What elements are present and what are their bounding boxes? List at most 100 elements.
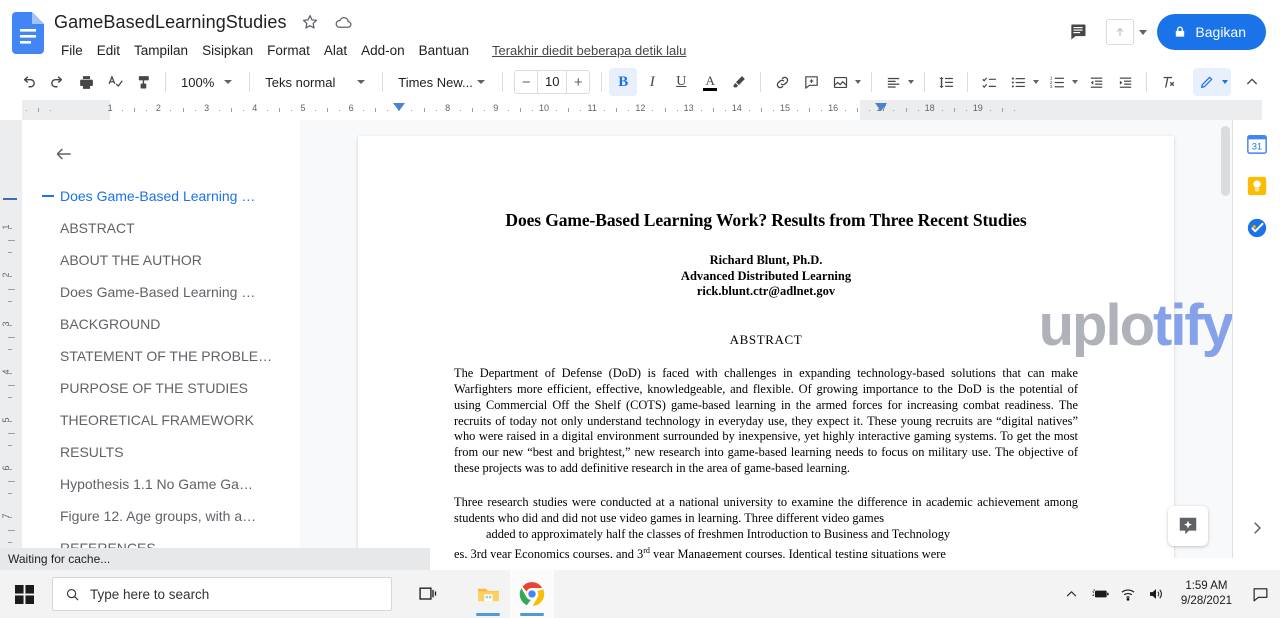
numbered-list-icon[interactable]: 123: [1043, 68, 1071, 96]
ruler-tick: [869, 110, 870, 111]
horizontal-ruler[interactable]: 112345678910111213141516171819: [0, 100, 1280, 120]
bulleted-list-icon[interactable]: [1004, 68, 1032, 96]
outline-item[interactable]: THEORETICAL FRAMEWORK: [22, 404, 300, 436]
insert-link-icon[interactable]: [768, 68, 796, 96]
google-tasks-icon[interactable]: [1245, 216, 1269, 240]
outline-item[interactable]: PURPOSE OF THE STUDIES: [22, 372, 300, 404]
chevron-down-icon[interactable]: [1139, 30, 1147, 35]
taskbar-clock[interactable]: 1:59 AM 9/28/2021: [1171, 579, 1242, 609]
google-keep-icon[interactable]: [1245, 174, 1269, 198]
bold-icon[interactable]: B: [609, 68, 637, 96]
toolbar-divider: [165, 72, 166, 92]
outline-item[interactable]: Does Game-Based Learning …: [22, 180, 300, 212]
volume-icon[interactable]: [1143, 570, 1169, 618]
numbered-list-button[interactable]: 123: [1043, 68, 1081, 96]
menu-format[interactable]: Format: [260, 41, 317, 60]
outline-item[interactable]: Figure 12. Age groups, with a…: [22, 500, 300, 532]
ruler-margin[interactable]: [860, 100, 1262, 120]
ruler-tick: [219, 110, 220, 111]
outline-item[interactable]: ABSTRACT: [22, 212, 300, 244]
cloud-saved-icon[interactable]: [333, 11, 355, 33]
wifi-icon[interactable]: [1115, 570, 1141, 618]
document-canvas[interactable]: Does Game-Based Learning Work? Results f…: [300, 120, 1232, 558]
google-calendar-icon[interactable]: 31: [1245, 132, 1269, 156]
undo-icon[interactable]: [14, 68, 42, 96]
star-outline-icon[interactable]: [299, 11, 321, 33]
taskbar-search-input[interactable]: Type here to search: [52, 577, 392, 611]
menu-tampilan[interactable]: Tampilan: [127, 41, 195, 60]
align-left-icon[interactable]: [879, 68, 907, 96]
upload-split-button[interactable]: [1106, 19, 1147, 45]
outline-item[interactable]: RESULTS: [22, 436, 300, 468]
increase-indent-icon[interactable]: [1111, 68, 1139, 96]
comment-history-icon[interactable]: [1060, 14, 1096, 50]
ordinal-superscript: rd: [643, 546, 650, 555]
insert-image-icon[interactable]: [826, 68, 854, 96]
google-chrome-icon[interactable]: [510, 570, 554, 618]
edit-mode-button[interactable]: [1193, 68, 1231, 96]
redo-icon[interactable]: [43, 68, 71, 96]
explore-button[interactable]: [1168, 506, 1208, 546]
decrease-indent-icon[interactable]: [1082, 68, 1110, 96]
indent-marker[interactable]: [875, 103, 887, 111]
vertical-scrollbar[interactable]: [1221, 126, 1230, 196]
menu-file[interactable]: File: [54, 41, 90, 60]
task-view-icon[interactable]: [406, 570, 450, 618]
vertical-ruler[interactable]: 12345678: [0, 120, 22, 558]
line-spacing-icon[interactable]: [932, 68, 960, 96]
menu-edit[interactable]: Edit: [90, 41, 127, 60]
share-button[interactable]: Bagikan: [1157, 14, 1266, 50]
menu-alat[interactable]: Alat: [317, 41, 354, 60]
collapse-toolbar-icon[interactable]: [1238, 68, 1266, 96]
clear-formatting-icon[interactable]: [1154, 68, 1182, 96]
windows-start-icon[interactable]: [0, 570, 48, 618]
font-size-input[interactable]: 10: [537, 71, 567, 93]
file-explorer-icon[interactable]: [466, 570, 510, 618]
bulleted-list-button[interactable]: [1004, 68, 1042, 96]
add-comment-icon[interactable]: [797, 68, 825, 96]
close-outline-button[interactable]: [44, 134, 84, 174]
font-family-select[interactable]: Times New...: [390, 68, 495, 96]
outline-item[interactable]: BACKGROUND: [22, 308, 300, 340]
paragraph-style-select[interactable]: Teks normal: [257, 68, 375, 96]
pen-edit-mode-icon[interactable]: [1193, 68, 1221, 96]
highlight-icon[interactable]: [725, 68, 753, 96]
insert-image-button[interactable]: [826, 68, 864, 96]
show-hidden-icons-icon[interactable]: [1059, 570, 1085, 618]
menu-sisipkan[interactable]: Sisipkan: [195, 41, 260, 60]
ruler-track[interactable]: 112345678910111213141516171819: [22, 100, 1280, 120]
outline-item[interactable]: ABOUT THE AUTHOR: [22, 244, 300, 276]
italic-icon[interactable]: I: [638, 68, 666, 96]
document-page[interactable]: Does Game-Based Learning Work? Results f…: [358, 136, 1174, 558]
last-edit-status[interactable]: Terakhir diedit beberapa detik lalu: [492, 43, 686, 58]
indent-marker[interactable]: [393, 103, 405, 111]
ruler-margin[interactable]: [22, 100, 110, 120]
decrease-font-size-button[interactable]: −: [515, 71, 537, 93]
print-icon[interactable]: [72, 68, 100, 96]
underline-icon[interactable]: U: [667, 68, 695, 96]
checklist-icon[interactable]: [975, 68, 1003, 96]
ruler-tick: [628, 110, 629, 111]
action-center-icon[interactable]: [1244, 570, 1276, 618]
ruler-tick: [532, 110, 533, 111]
menu-addon[interactable]: Add-on: [354, 41, 412, 60]
increase-font-size-button[interactable]: +: [567, 71, 589, 93]
document-title[interactable]: GameBasedLearningStudies: [54, 12, 287, 33]
spellcheck-icon[interactable]: [101, 68, 129, 96]
outline-item[interactable]: STATEMENT OF THE PROBLE…: [22, 340, 300, 372]
paint-format-icon[interactable]: [130, 68, 158, 96]
outline-item[interactable]: Hypothesis 1.1 No Game Ga…: [22, 468, 300, 500]
align-button[interactable]: [879, 68, 917, 96]
zoom-level-select[interactable]: 100%: [173, 68, 242, 96]
upload-icon[interactable]: [1106, 19, 1134, 45]
expand-side-panel-button[interactable]: [1241, 512, 1273, 544]
vertical-ruler-tick: [8, 276, 12, 277]
battery-charging-icon[interactable]: [1087, 570, 1113, 618]
text-color-icon[interactable]: A: [696, 68, 724, 96]
font-size-stepper[interactable]: − 10 +: [514, 70, 590, 94]
vertical-ruler-marker[interactable]: [3, 198, 17, 200]
ruler-tick: [966, 110, 967, 111]
menu-bantuan[interactable]: Bantuan: [412, 41, 476, 60]
outline-item[interactable]: Does Game-Based Learning …: [22, 276, 300, 308]
explore-icon: [1177, 515, 1199, 537]
